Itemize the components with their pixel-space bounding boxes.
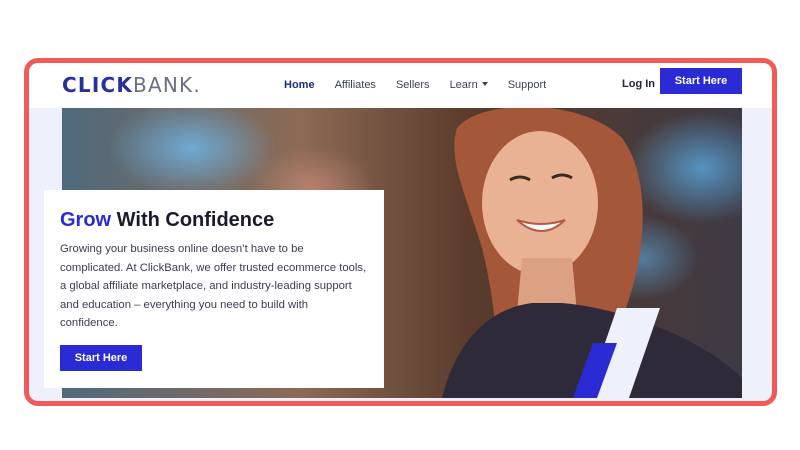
nav-item-support[interactable]: Support — [508, 78, 547, 92]
login-link[interactable]: Log In — [622, 78, 655, 90]
main-nav: Home Affiliates Sellers Learn Support — [284, 78, 566, 92]
start-here-button-nav[interactable]: Start Here — [660, 68, 742, 94]
nav-item-sellers[interactable]: Sellers — [396, 78, 430, 92]
nav-item-learn-label: Learn — [449, 79, 478, 91]
logo-light-text: BANK. — [133, 73, 201, 97]
nav-item-affiliates[interactable]: Affiliates — [335, 78, 376, 92]
logo-bold-text: CLICK — [62, 73, 134, 97]
hero-headline: Grow With Confidence — [60, 208, 368, 232]
headline-accent: Grow — [60, 209, 112, 231]
hero-card: Grow With Confidence Growing your busine… — [44, 190, 384, 388]
clickbank-logo[interactable]: CLICKBANK. — [62, 75, 201, 95]
hero-photo-face — [482, 131, 598, 275]
headline-rest: With Confidence — [111, 209, 275, 231]
nav-item-learn[interactable]: Learn — [450, 78, 488, 92]
start-here-button-hero[interactable]: Start Here — [60, 344, 142, 371]
caret-down-icon — [481, 82, 488, 87]
highlight-frame: CLICKBANK. Home Affiliates Sellers Learn… — [24, 58, 777, 406]
top-navbar: CLICKBANK. Home Affiliates Sellers Learn… — [29, 63, 772, 108]
nav-item-home[interactable]: Home — [284, 78, 315, 92]
hero-body-text: Growing your business online doesn’t hav… — [60, 243, 367, 329]
